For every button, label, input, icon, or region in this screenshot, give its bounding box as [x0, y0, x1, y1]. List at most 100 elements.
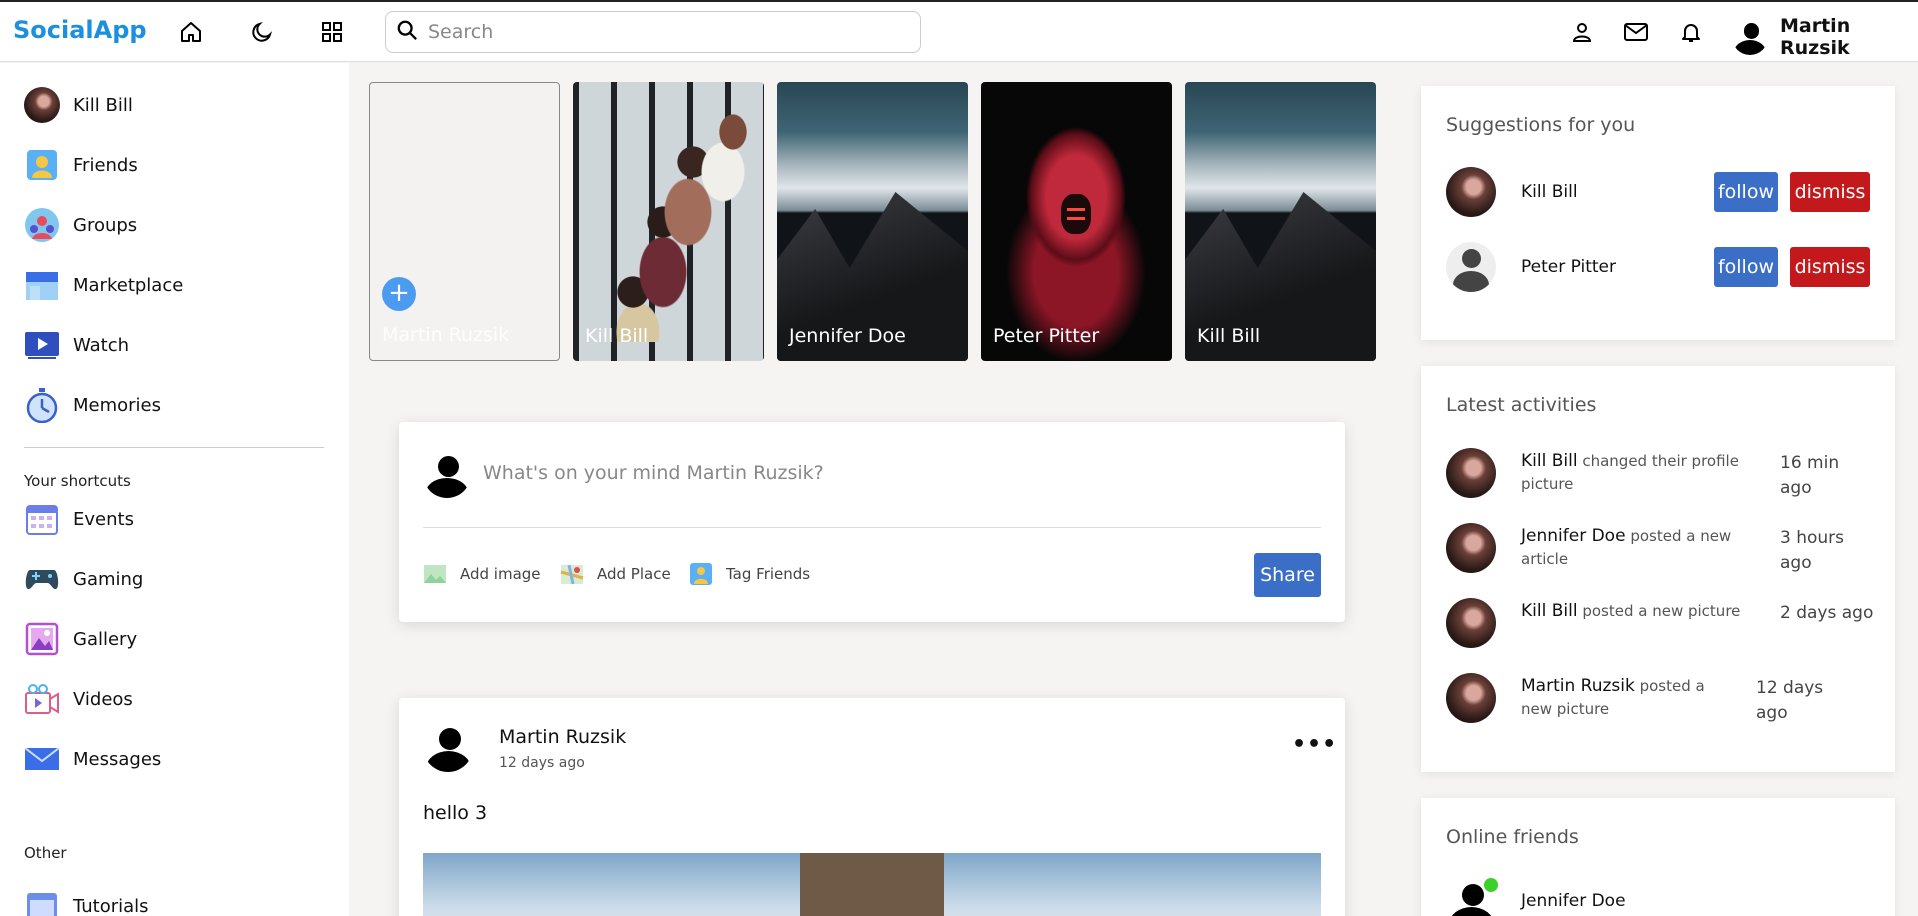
story-card[interactable]: Kill Bill [573, 82, 764, 361]
user-avatar[interactable] [1446, 242, 1496, 292]
nav-user-menu[interactable]: Martin Ruzsik [1732, 15, 1918, 59]
home-icon[interactable] [177, 18, 205, 46]
notifications-bell-icon[interactable] [1677, 18, 1705, 46]
post-author-name[interactable]: Martin Ruzsik [499, 726, 626, 748]
composer-divider [423, 527, 1321, 528]
sidebar-item-watch[interactable]: Watch [24, 325, 129, 365]
online-friend-row[interactable]: Jennifer Doe [1446, 878, 1870, 916]
story-name: Kill Bill [1197, 325, 1261, 347]
videos-icon [24, 681, 60, 717]
user-avatar[interactable] [1446, 523, 1496, 573]
user-avatar[interactable] [1446, 167, 1496, 217]
add-image-label: Add image [460, 565, 541, 583]
sidebar-item-label: Friends [73, 154, 138, 176]
sidebar-item-profile[interactable]: Kill Bill [24, 85, 133, 125]
app-logo[interactable]: SocialApp [13, 16, 147, 44]
sidebar-item-label: Watch [73, 334, 130, 356]
online-status-dot [1484, 878, 1498, 892]
story-create[interactable]: + Martin Ruzsik [369, 82, 560, 361]
dismiss-button[interactable]: dismiss [1790, 247, 1870, 287]
activity-time: 2 days ago [1780, 603, 1874, 623]
activity-user[interactable]: Martin Ruzsik [1521, 676, 1635, 696]
user-avatar [423, 450, 471, 498]
activities-card: Latest activities Kill Bill changed thei… [1421, 366, 1895, 772]
activity-row: Martin Ruzsik posted a new picture 12 da… [1446, 673, 1870, 723]
activity-row: Kill Bill posted a new picture 2 days ag… [1446, 598, 1873, 648]
sidebar-item-marketplace[interactable]: Marketplace [24, 265, 183, 305]
sidebar-item-memories[interactable]: Memories [24, 385, 161, 425]
events-icon [24, 501, 60, 537]
sidebar-item-label: Memories [73, 394, 162, 416]
story-image [1061, 194, 1091, 234]
dismiss-button[interactable]: dismiss [1790, 172, 1870, 212]
sidebar-item-label: Videos [73, 688, 133, 710]
story-name: Kill Bill [585, 325, 649, 347]
apps-grid-icon[interactable] [318, 18, 346, 46]
post-timestamp: 12 days ago [499, 755, 585, 771]
dark-mode-icon[interactable] [248, 18, 276, 46]
add-image-button[interactable]: Add image [423, 562, 541, 586]
post-composer: What's on your mind Martin Ruzsik? Add i… [399, 422, 1345, 622]
profile-icon[interactable] [1568, 18, 1596, 46]
story-card[interactable]: Jennifer Doe [777, 82, 968, 361]
activity-time: 3 hours ago [1780, 528, 1845, 573]
share-button[interactable]: Share [1254, 553, 1321, 597]
sidebar-item-events[interactable]: Events [24, 499, 134, 539]
sidebar-item-gallery[interactable]: Gallery [24, 619, 137, 659]
activity-row: Jennifer Doe posted a new article 3 hour… [1446, 523, 1870, 573]
post-image[interactable] [423, 853, 1321, 916]
mail-icon[interactable] [1622, 18, 1650, 46]
follow-button[interactable]: follow [1714, 172, 1778, 212]
suggestion-name[interactable]: Kill Bill [1521, 182, 1714, 202]
feed-post: Martin Ruzsik 12 days ago ••• hello 3 [399, 698, 1345, 916]
activity-user[interactable]: Kill Bill [1521, 601, 1578, 621]
memories-icon [24, 387, 60, 423]
nav-user-name: Martin Ruzsik [1780, 15, 1851, 59]
post-author-avatar[interactable] [423, 722, 473, 772]
gallery-icon [24, 621, 60, 657]
sidebar-item-label: Gallery [73, 628, 138, 650]
sidebar-item-videos[interactable]: Videos [24, 679, 133, 719]
activity-time: 16 min ago [1780, 453, 1840, 498]
sidebar-item-gaming[interactable]: Gaming [24, 559, 143, 599]
user-avatar[interactable] [1446, 598, 1496, 648]
user-avatar [24, 87, 60, 123]
user-avatar[interactable] [1446, 448, 1496, 498]
story-name: Martin Ruzsik [382, 324, 510, 346]
story-card[interactable]: Kill Bill [1185, 82, 1376, 361]
user-avatar [1732, 19, 1768, 55]
messages-icon [24, 741, 60, 777]
sidebar-item-label: Gaming [73, 568, 144, 590]
search-input[interactable] [428, 21, 888, 43]
online-friends-card: Online friends Jennifer Doe [1421, 798, 1895, 916]
activity-user[interactable]: Jennifer Doe [1521, 526, 1626, 546]
user-avatar[interactable] [1446, 673, 1496, 723]
sidebar-item-friends[interactable]: Friends [24, 145, 138, 185]
activity-user[interactable]: Kill Bill [1521, 451, 1578, 471]
activity-row: Kill Bill changed their profile picture … [1446, 448, 1870, 498]
sidebar-item-groups[interactable]: Groups [24, 205, 137, 245]
activities-title: Latest activities [1446, 394, 1597, 416]
add-story-plus-icon[interactable]: + [382, 277, 416, 311]
online-friend-name[interactable]: Jennifer Doe [1521, 891, 1626, 911]
post-text: hello 3 [423, 802, 488, 824]
activity-text: Kill Bill posted a new picture [1521, 598, 1781, 623]
follow-button[interactable]: follow [1714, 247, 1778, 287]
sidebar-item-messages[interactable]: Messages [24, 739, 161, 779]
sidebar-item-label: Messages [73, 748, 162, 770]
activity-text: Kill Bill changed their profile picture [1521, 448, 1781, 496]
add-place-button[interactable]: Add Place [560, 562, 671, 586]
suggestion-name[interactable]: Peter Pitter [1521, 257, 1714, 277]
tag-friends-button[interactable]: Tag Friends [689, 562, 810, 586]
story-name: Jennifer Doe [789, 325, 906, 347]
suggestions-title: Suggestions for you [1446, 114, 1636, 136]
top-navbar: SocialApp Martin Ruzsik [0, 0, 1918, 62]
sidebar-item-tutorials[interactable]: Tutorials [24, 886, 149, 916]
activity-text: Martin Ruzsik posted a new picture [1521, 673, 1736, 721]
more-options-icon[interactable]: ••• [1292, 732, 1337, 757]
activity-action: posted a new picture [1582, 602, 1741, 620]
story-card[interactable]: Peter Pitter [981, 82, 1172, 361]
composer-input[interactable]: What's on your mind Martin Ruzsik? [483, 462, 824, 484]
online-friends-title: Online friends [1446, 826, 1579, 848]
sidebar-item-label: Kill Bill [73, 94, 133, 116]
